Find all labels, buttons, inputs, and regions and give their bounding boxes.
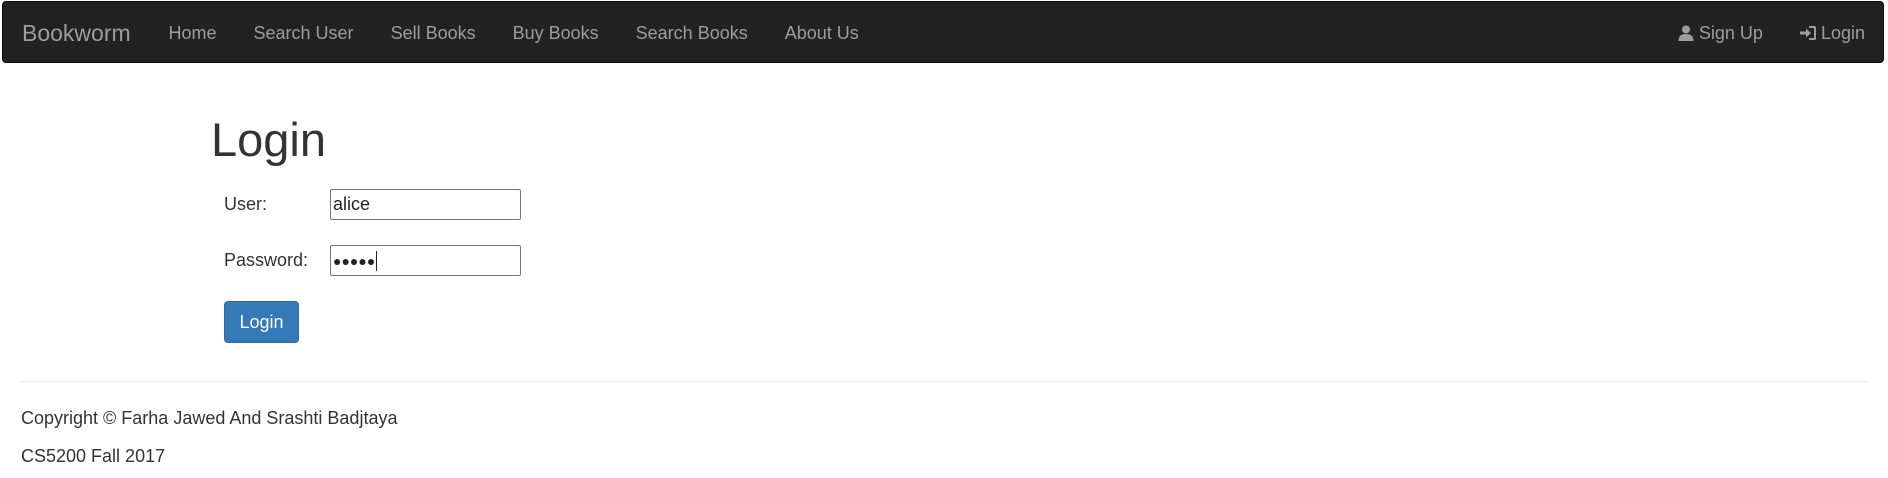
top-navbar: Bookworm Home Search User Sell Books Buy… [2,1,1884,63]
password-row: Password: ●●●●● [224,245,521,276]
text-cursor [376,250,378,271]
footer-copyright: Copyright © Farha Jawed And Srashti Badj… [21,408,398,428]
password-label: Password: [224,250,309,270]
login-submit-button[interactable]: Login [224,301,299,343]
sign-up-label: Sign Up [1698,23,1763,43]
page-title: Login [211,113,326,166]
password-masked-value: ●●●●● [333,252,376,269]
log-in-icon [1799,24,1817,42]
footer-course: CS5200 Fall 2017 [21,446,166,466]
user-icon [1677,24,1695,42]
user-row: User: [224,189,521,220]
brand-link[interactable]: Bookworm [22,2,131,64]
nav-item-login[interactable]: Login [1781,2,1883,64]
nav-item-buy-books[interactable]: Buy Books [494,2,617,64]
nav-item-sell-books[interactable]: Sell Books [372,2,494,64]
password-input[interactable]: ●●●●● [330,245,521,276]
nav-right-menu: Sign Up Login [1659,2,1883,64]
nav-item-search-user[interactable]: Search User [235,2,372,64]
user-label: User: [224,194,268,214]
nav-item-home[interactable]: Home [150,2,235,64]
nav-item-sign-up[interactable]: Sign Up [1659,2,1781,64]
login-label: Login [1820,23,1865,43]
nav-item-search-books[interactable]: Search Books [617,2,766,64]
nav-left-menu: Home Search User Sell Books Buy Books Se… [150,2,877,64]
footer-divider [20,381,1868,382]
user-input[interactable] [330,189,521,220]
nav-item-about-us[interactable]: About Us [766,2,877,64]
